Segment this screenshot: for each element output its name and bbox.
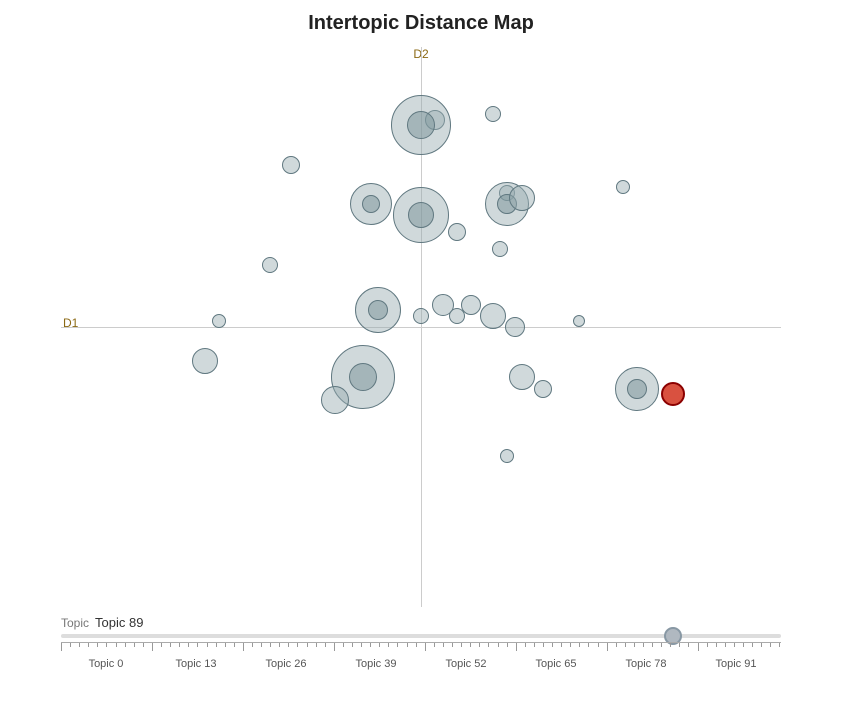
axis-label-item: Topic 13 (151, 658, 241, 670)
axis-label-item: Topic 65 (511, 658, 601, 670)
bubble-b25[interactable] (321, 386, 349, 414)
bubble-b2[interactable] (391, 95, 451, 155)
bubble-b30[interactable] (500, 449, 514, 463)
selected-topic-value: Topic 89 (95, 615, 143, 630)
axis-label-item: Topic 0 (61, 658, 151, 670)
bubble-b9[interactable] (448, 223, 466, 241)
bubble-b11[interactable] (509, 185, 535, 211)
axis-label-item: Topic 91 (691, 658, 781, 670)
bubble-b16[interactable] (355, 287, 401, 333)
bubble-b3[interactable] (485, 106, 501, 122)
bubble-b6[interactable] (616, 180, 630, 194)
bubble-b7[interactable] (350, 183, 392, 225)
bubble-b15[interactable] (573, 315, 585, 327)
bubble-b27[interactable] (534, 380, 552, 398)
axis-label-item: Topic 78 (601, 658, 691, 670)
topic-slider-container[interactable] (61, 634, 781, 638)
bubble-b21[interactable] (480, 303, 506, 329)
bubble-b4[interactable] (282, 156, 300, 174)
chart-area: D2 D1 (61, 47, 781, 607)
axis-label-item: Topic 39 (331, 658, 421, 670)
bubble-b28[interactable] (615, 367, 659, 411)
bubble-b17[interactable] (413, 308, 429, 324)
bubble-b13[interactable] (262, 257, 278, 273)
axis-label-item: Topic 52 (421, 658, 511, 670)
topic-key-label: Topic (61, 616, 89, 630)
controls-area: Topic Topic 89 Topic 0Topic 13Topic 26To… (61, 615, 781, 670)
bubble-b23[interactable] (192, 348, 218, 374)
main-container: Intertopic Distance Map D2 D1 Topic Topi… (0, 0, 842, 716)
axis-labels-row: Topic 0Topic 13Topic 26Topic 39Topic 52T… (61, 658, 781, 670)
chart-title: Intertopic Distance Map (0, 12, 842, 35)
slider-track (61, 634, 781, 638)
bubble-b14[interactable] (212, 314, 226, 328)
bubble-b29[interactable] (661, 382, 685, 406)
bubble-b26[interactable] (509, 364, 535, 390)
axis-label-item: Topic 26 (241, 658, 331, 670)
bubble-b12[interactable] (492, 241, 508, 257)
bubble-b22[interactable] (505, 317, 525, 337)
bubble-b8[interactable] (393, 187, 449, 243)
tick-row (61, 642, 781, 656)
bubble-b20[interactable] (461, 295, 481, 315)
